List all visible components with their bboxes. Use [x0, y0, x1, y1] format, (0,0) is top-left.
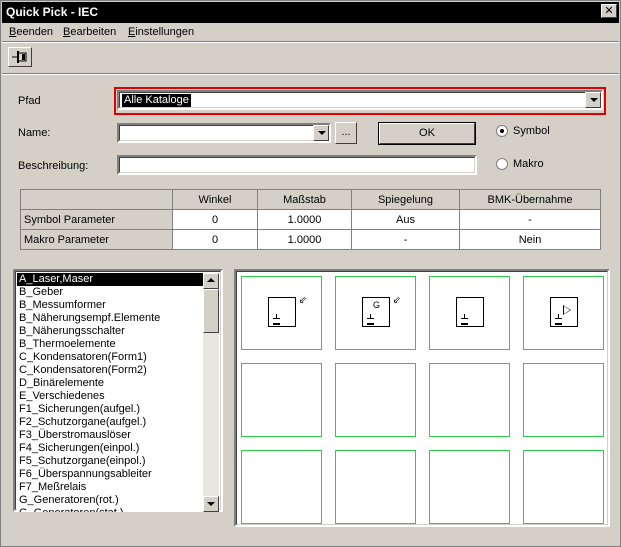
- radio-symbol[interactable]: [496, 125, 508, 137]
- category-list[interactable]: A_Laser,Maser B_Geber B_Messumformer B_Nähe…: [17, 273, 207, 512]
- close-icon: ✕: [604, 5, 614, 17]
- symbol-cell[interactable]: [241, 363, 322, 437]
- scroll-down-button[interactable]: [203, 496, 219, 512]
- cell-makro-massstab[interactable]: 1.0000: [257, 229, 352, 250]
- symbol-cell[interactable]: [429, 450, 510, 524]
- symbol-icon: [456, 297, 484, 327]
- symbol-cell[interactable]: [523, 363, 604, 437]
- table-header-winkel: Winkel: [172, 189, 258, 210]
- path-value: Alle Kataloge: [122, 94, 191, 107]
- ok-button[interactable]: OK: [378, 122, 476, 145]
- name-label: Name:: [18, 127, 51, 139]
- title-bar: Quick Pick - IEC ✕: [2, 2, 619, 23]
- list-item[interactable]: D_Binärelemente: [17, 377, 207, 390]
- ground-icon: [273, 314, 280, 325]
- scroll-up-button[interactable]: [203, 273, 219, 289]
- vertical-scrollbar[interactable]: [203, 273, 219, 512]
- table-header-corner: [20, 189, 173, 210]
- table-header-spiegelung: Spiegelung: [351, 189, 460, 210]
- radiation-icon: ⇙: [392, 295, 401, 306]
- name-dropdown-button[interactable]: [313, 125, 329, 141]
- symbol-cell[interactable]: [335, 450, 416, 524]
- menu-bearbeiten[interactable]: Bearbeiten: [63, 26, 116, 38]
- list-item[interactable]: B_Thermoelemente: [17, 338, 207, 351]
- list-item[interactable]: F4_Sicherungen(einpol.): [17, 442, 207, 455]
- cell-symbol-winkel[interactable]: 0: [172, 209, 258, 230]
- symbol-glyph: G: [373, 300, 381, 310]
- list-item[interactable]: B_Geber: [17, 286, 207, 299]
- symbol-cell[interactable]: [335, 363, 416, 437]
- list-item[interactable]: E_Verschiedenes: [17, 390, 207, 403]
- table-header-row: Winkel Maßstab Spiegelung BMK-Übernahme: [20, 189, 601, 210]
- radio-makro[interactable]: [496, 158, 508, 170]
- quick-pick-window: Quick Pick - IEC ✕ Beenden Bearbeiten Ei…: [0, 0, 621, 547]
- pin-button[interactable]: [8, 47, 32, 67]
- list-item[interactable]: B_Näherungsempf.Elemente: [17, 312, 207, 325]
- list-item[interactable]: F1_Sicherungen(aufgel.): [17, 403, 207, 416]
- category-listbox[interactable]: A_Laser,Maser B_Geber B_Messumformer B_Nähe…: [13, 269, 223, 512]
- triangle-icon: [563, 305, 571, 315]
- list-item[interactable]: F2_Schutzorgane(aufgel.): [17, 416, 207, 429]
- list-item[interactable]: G_Generatoren(rot.): [17, 494, 207, 507]
- list-item[interactable]: C_Kondensatoren(Form2): [17, 364, 207, 377]
- symbol-cell[interactable]: [429, 363, 510, 437]
- list-item[interactable]: F6_Überspannungsableiter: [17, 468, 207, 481]
- pin-icon: [12, 51, 27, 63]
- cell-symbol-massstab[interactable]: 1.0000: [257, 209, 352, 230]
- path-label: Pfad: [18, 95, 41, 107]
- ground-icon: [555, 314, 562, 325]
- symbol-cell[interactable]: [523, 450, 604, 524]
- list-item[interactable]: C_Kondensatoren(Form1): [17, 351, 207, 364]
- list-item[interactable]: G_Generatoren(stat.): [17, 507, 207, 512]
- ground-icon: [461, 314, 468, 325]
- list-item[interactable]: F5_Schutzorgane(einpol.): [17, 455, 207, 468]
- browse-button[interactable]: ...: [335, 122, 357, 144]
- cell-symbol-bmk[interactable]: -: [459, 209, 601, 230]
- list-item[interactable]: B_Näherungsschalter: [17, 325, 207, 338]
- list-item[interactable]: F7_Meßrelais: [17, 481, 207, 494]
- toolbar-separator: [2, 41, 619, 43]
- table-header-massstab: Maßstab: [257, 189, 352, 210]
- window-title: Quick Pick - IEC: [6, 5, 99, 19]
- radio-symbol-label[interactable]: Symbol: [513, 125, 550, 137]
- row-label-symbol: Symbol Parameter: [20, 209, 173, 230]
- list-item[interactable]: B_Messumformer: [17, 299, 207, 312]
- ground-icon: [367, 314, 374, 325]
- description-input[interactable]: [117, 155, 477, 175]
- symbol-icon: G ⇙: [362, 295, 401, 327]
- symbol-cell[interactable]: [429, 276, 510, 350]
- symbol-preview-area: ⇙ G ⇙: [234, 269, 610, 527]
- parameter-table: Winkel Maßstab Spiegelung BMK-Übernahme …: [20, 189, 601, 250]
- description-label: Beschreibung:: [18, 160, 89, 172]
- table-row: Makro Parameter 0 1.0000 - Nein: [20, 229, 601, 250]
- symbol-cell[interactable]: G ⇙: [335, 276, 416, 350]
- list-item[interactable]: F3_Überstromauslöser: [17, 429, 207, 442]
- radiation-icon: ⇙: [298, 295, 307, 306]
- symbol-cell[interactable]: [241, 450, 322, 524]
- symbol-grid: ⇙ G ⇙: [238, 273, 606, 524]
- symbol-cell[interactable]: ⇙: [241, 276, 322, 350]
- cell-symbol-spiegelung[interactable]: Aus: [351, 209, 460, 230]
- close-button[interactable]: ✕: [601, 4, 617, 18]
- menu-einstellungen[interactable]: Einstellungen: [128, 26, 194, 38]
- cell-makro-winkel[interactable]: 0: [172, 229, 258, 250]
- scroll-thumb[interactable]: [203, 289, 219, 333]
- menu-bar: Beenden Bearbeiten Einstellungen: [2, 23, 619, 41]
- cell-makro-spiegelung[interactable]: -: [351, 229, 460, 250]
- toolbar-separator-bottom: [2, 73, 619, 75]
- name-combobox[interactable]: [117, 123, 331, 143]
- path-combobox[interactable]: Alle Kataloge: [117, 90, 603, 110]
- radio-makro-label[interactable]: Makro: [513, 158, 544, 170]
- table-row: Symbol Parameter 0 1.0000 Aus -: [20, 209, 601, 230]
- cell-makro-bmk[interactable]: Nein: [459, 229, 601, 250]
- menu-beenden[interactable]: Beenden: [9, 26, 53, 38]
- list-item[interactable]: A_Laser,Maser: [17, 273, 207, 286]
- row-label-makro: Makro Parameter: [20, 229, 173, 250]
- table-header-bmk: BMK-Übernahme: [459, 189, 601, 210]
- symbol-icon: ⇙: [268, 295, 307, 327]
- path-dropdown-button[interactable]: [585, 92, 601, 108]
- symbol-cell[interactable]: [523, 276, 604, 350]
- symbol-icon: [550, 297, 578, 327]
